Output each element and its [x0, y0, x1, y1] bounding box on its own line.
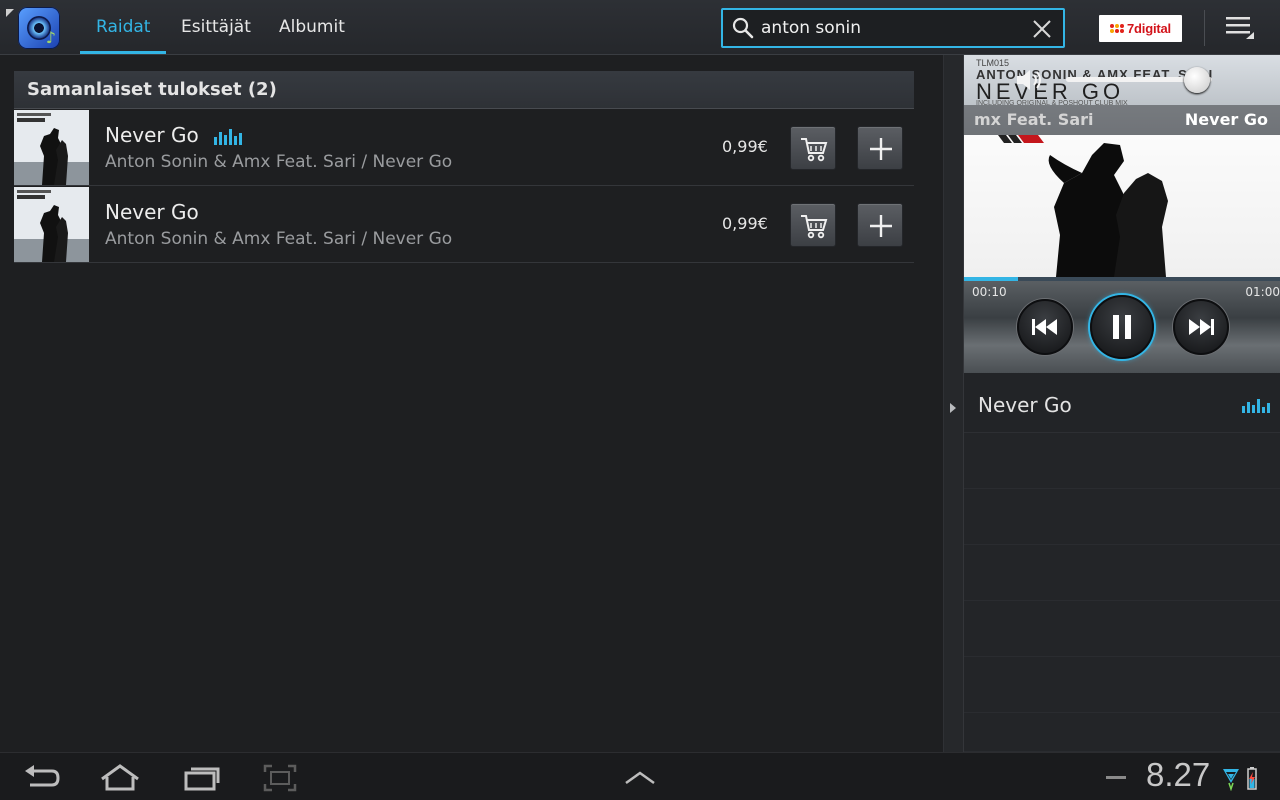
- time-elapsed: 00:10: [972, 285, 1007, 299]
- fast-forward-icon: [1189, 319, 1214, 335]
- search-icon: [732, 17, 754, 39]
- back-icon[interactable]: [22, 763, 62, 793]
- rewind-icon: [1032, 319, 1057, 335]
- plus-icon: [870, 138, 892, 160]
- system-navigation-bar: 8.27: [0, 752, 1280, 800]
- queue-item[interactable]: Never Go: [964, 373, 1280, 433]
- queue-empty-row: [964, 489, 1280, 545]
- shopping-cart-icon: [801, 138, 828, 162]
- chevron-up-icon[interactable]: [622, 763, 658, 793]
- music-note-icon: ♪: [45, 28, 56, 47]
- couple-silhouette-image: [1048, 143, 1168, 277]
- shopping-cart-icon: [801, 215, 828, 239]
- now-playing-equalizer-icon: [214, 129, 242, 145]
- track-title: Never Go: [105, 123, 199, 147]
- player-artist: mx Feat. Sari: [974, 110, 1094, 129]
- buy-button[interactable]: [790, 203, 836, 247]
- playback-controls: 00:10 01:00: [964, 281, 1280, 373]
- plus-icon: [870, 215, 892, 237]
- 7digital-dots-icon: [1110, 24, 1125, 33]
- tab-artists[interactable]: Esittäjät: [181, 0, 251, 54]
- menu-icon[interactable]: [1222, 13, 1258, 43]
- time-total: 01:00: [1245, 285, 1280, 299]
- clear-search-icon[interactable]: [1031, 18, 1053, 40]
- queue-empty-row: [964, 545, 1280, 601]
- track-row[interactable]: Never Go Anton Sonin & Amx Feat. Sari / …: [14, 187, 914, 263]
- store-logo-button[interactable]: 7digital: [1099, 15, 1182, 42]
- queue-empty-row: [964, 657, 1280, 713]
- track-price: 0,99€: [722, 214, 768, 233]
- notification-dash: [1106, 776, 1126, 779]
- action-bar: ♪ Raidat Esittäjät Albumit 7digital: [0, 0, 1280, 55]
- track-subtitle: Anton Sonin & Amx Feat. Sari / Never Go: [105, 229, 453, 249]
- home-icon[interactable]: [98, 763, 142, 793]
- album-art-photo: [964, 135, 1280, 277]
- tab-albums[interactable]: Albumit: [279, 0, 345, 54]
- music-app-icon[interactable]: ♪: [18, 7, 60, 49]
- status-clock[interactable]: 8.27: [1146, 756, 1210, 794]
- track-row[interactable]: Never Go Anton Sonin & Amx Feat. Sari / …: [14, 110, 914, 186]
- track-meta-bar: mx Feat. Sari Never Go: [964, 105, 1280, 135]
- now-playing-equalizer-icon: [1242, 399, 1270, 413]
- track-price: 0,99€: [722, 137, 768, 156]
- volume-icon[interactable]: [1014, 67, 1046, 93]
- tab-tracks[interactable]: Raidat: [79, 0, 168, 54]
- album-art-thumbnail: [14, 110, 89, 185]
- pause-button[interactable]: [1090, 295, 1154, 359]
- queue-empty-row: [964, 601, 1280, 657]
- results-header-label: Samanlaiset tulokset (2): [27, 79, 277, 100]
- album-art-thumbnail: [14, 187, 89, 262]
- results-section-header: Samanlaiset tulokset (2): [14, 71, 914, 109]
- add-to-playlist-button[interactable]: [857, 203, 903, 247]
- track-title: Never Go: [105, 200, 199, 224]
- player-track-title: Never Go: [1184, 110, 1268, 129]
- queue-empty-row: [964, 433, 1280, 489]
- pause-icon: [1113, 315, 1131, 339]
- recent-apps-icon[interactable]: [182, 763, 222, 793]
- expand-arrow-icon: [950, 403, 956, 413]
- queue-empty-row: [964, 713, 1280, 752]
- wifi-battery-icon: [1223, 767, 1257, 791]
- search-box: [721, 8, 1065, 48]
- add-to-playlist-button[interactable]: [857, 126, 903, 170]
- track-subtitle: Anton Sonin & Amx Feat. Sari / Never Go: [105, 152, 453, 172]
- divider: [1204, 10, 1205, 46]
- screenshot-icon[interactable]: [262, 763, 298, 793]
- store-logo-text: 7digital: [1127, 21, 1171, 36]
- queue-item-title: Never Go: [978, 393, 1072, 417]
- previous-button[interactable]: [1017, 299, 1073, 355]
- panel-split-handle[interactable]: [943, 55, 964, 752]
- next-button[interactable]: [1173, 299, 1229, 355]
- overflow-corner-indicator: [6, 9, 14, 17]
- now-playing-panel: TLM015 ANTON SONIN & AMX FEAT. SARI NEVE…: [964, 55, 1280, 373]
- search-input[interactable]: [761, 16, 1021, 40]
- buy-button[interactable]: [790, 126, 836, 170]
